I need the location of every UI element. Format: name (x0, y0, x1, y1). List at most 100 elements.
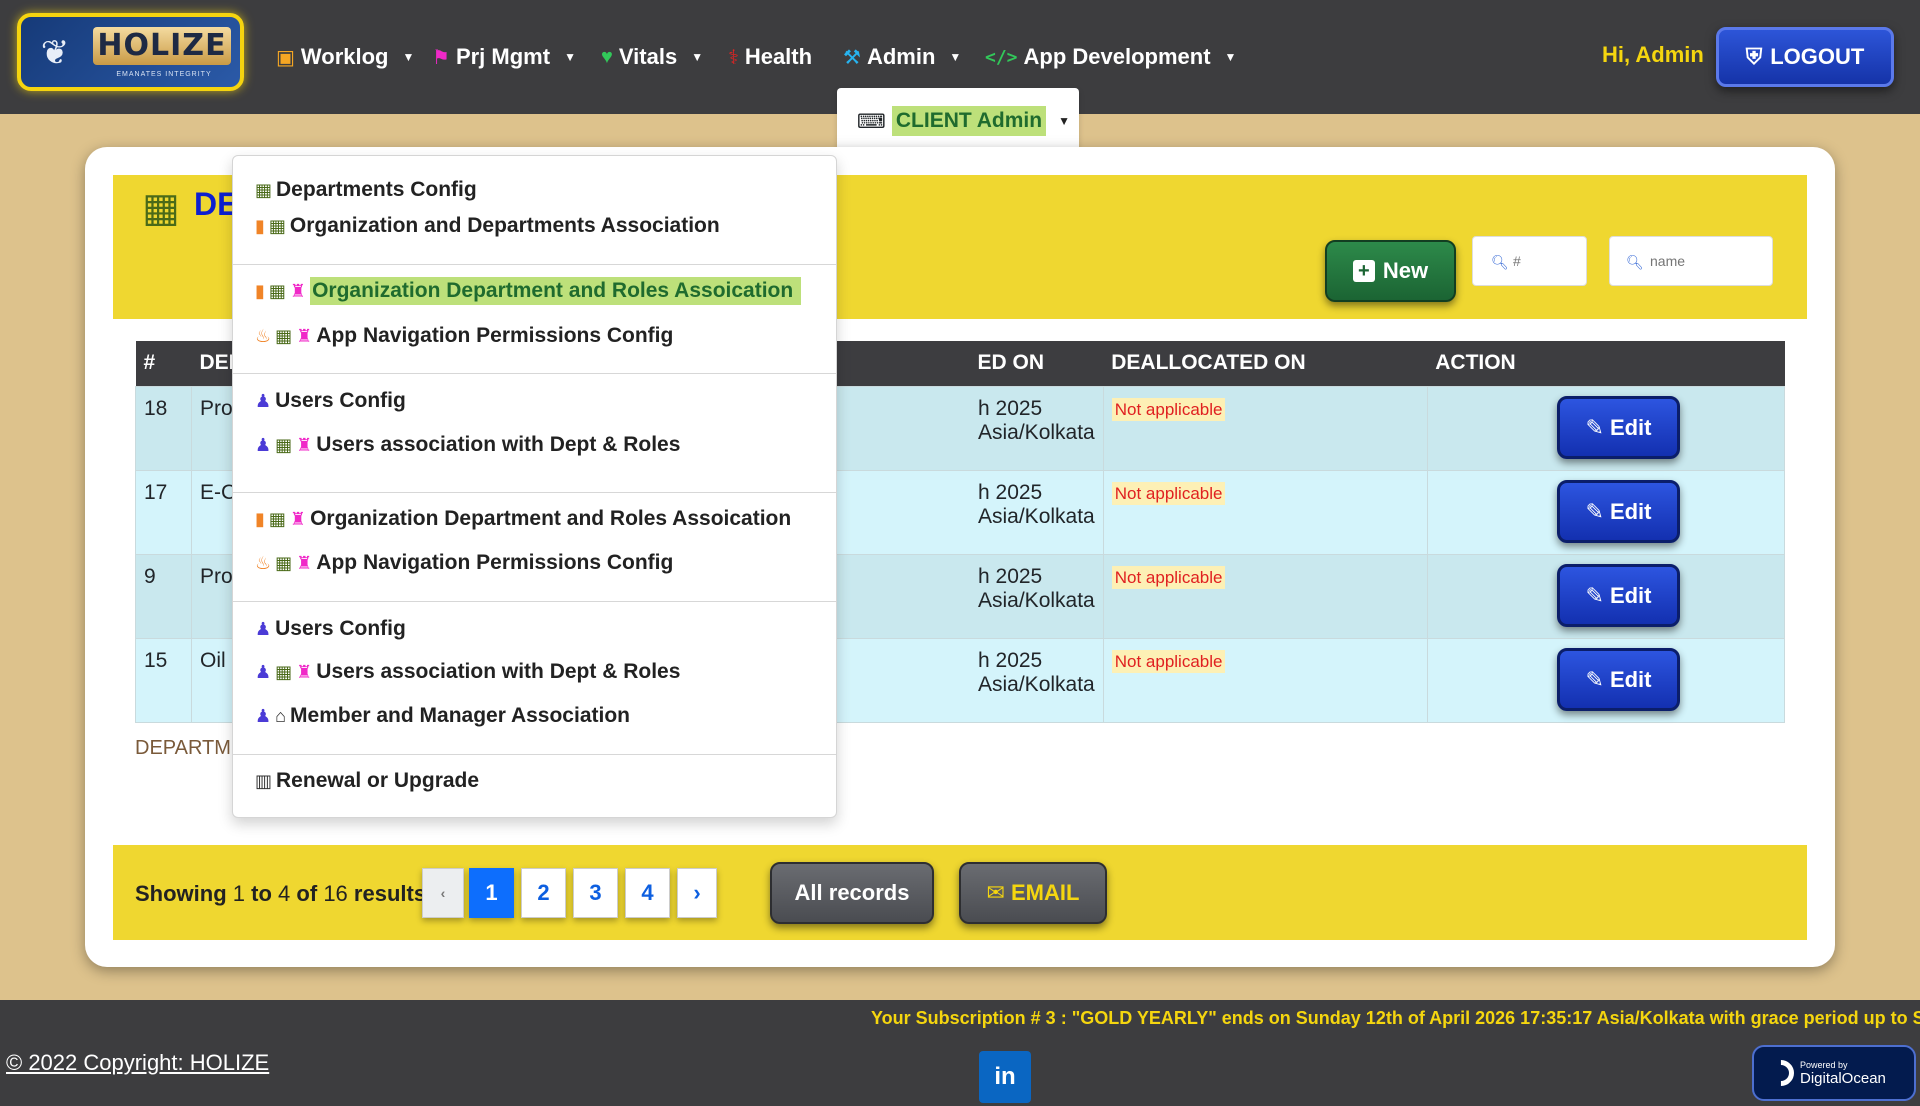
nav-prj-mgmt[interactable]: ⚑ Prj Mgmt ▼ (432, 42, 576, 72)
pagination-next[interactable]: › (677, 868, 717, 918)
nav-health[interactable]: ⚕ Health (728, 42, 812, 72)
edit-button[interactable]: ✎ Edit (1557, 396, 1680, 459)
status-badge: Not applicable (1111, 397, 1226, 421)
edit-label: Edit (1609, 414, 1652, 440)
organization-icon: ▮ (255, 215, 265, 236)
pagination-page-2[interactable]: 2 (521, 868, 566, 918)
nav-prj-mgmt-label: Prj Mgmt (455, 44, 551, 69)
menu-item-users-dept-roles-2[interactable]: ♟ ▦ ♜ Users association with Dept & Role… (255, 653, 680, 691)
department-icon: ▦ (275, 661, 293, 682)
edit-icon: ✎ (1585, 582, 1604, 608)
status-badge: Not applicable (1111, 649, 1226, 673)
menu-item-users-config[interactable]: ♟ Users Config (255, 382, 406, 420)
search-id-input[interactable] (1472, 236, 1587, 286)
chevron-down-icon: ▼ (1058, 114, 1070, 128)
department-building-icon: ▦ (142, 186, 180, 230)
edit-icon: ✎ (1585, 414, 1604, 440)
department-icon: ▦ (275, 434, 293, 455)
results-to-word: to (251, 881, 272, 906)
nav-health-label: Health (744, 44, 813, 69)
menu-item-member-manager-association[interactable]: ♟ ⌂ Member and Manager Association (255, 697, 630, 735)
department-icon: ▦ (275, 325, 293, 346)
chevron-down-icon: ▼ (402, 50, 415, 64)
menu-item-org-dept-roles-association[interactable]: ▮ ▦ ♜ Organization Department and Roles … (255, 272, 802, 310)
client-admin-dropdown-toggle[interactable]: ⌨ CLIENT Admin ▼ (837, 88, 1079, 154)
cell-id: 15 (135, 637, 192, 723)
menu-item-departments-config[interactable]: ▦ Departments Config (255, 171, 477, 209)
menu-item-app-navigation-permissions-2[interactable]: ♨ ▦ ♜ App Navigation Permissions Config (255, 544, 673, 582)
menu-divider (233, 601, 836, 602)
results-of-word: of (296, 881, 318, 906)
email-button[interactable]: ✉ EMAIL (959, 862, 1107, 924)
edit-button[interactable]: ✎ Edit (1557, 648, 1680, 711)
client-admin-dropdown-menu: ▦ Departments Config ▮ ▦ Organization an… (232, 155, 837, 818)
results-to: 4 (278, 881, 291, 906)
column-header-action: ACTION (1427, 341, 1785, 386)
pagination-prev[interactable]: ‹ (422, 868, 464, 918)
menu-item-users-dept-roles[interactable]: ♟ ▦ ♜ Users association with Dept & Role… (255, 426, 680, 464)
search-id-icon: 🔍︎ (1491, 254, 1509, 270)
renewal-city-icon: ▥ (255, 770, 273, 791)
project-icon: ⚑ (432, 46, 450, 69)
department-icon: ▦ (255, 179, 273, 200)
column-header-id[interactable]: # (135, 341, 192, 386)
permissions-icon: ♨ (255, 552, 272, 573)
menu-item-users-config-2[interactable]: ♟ Users Config (255, 610, 406, 648)
menu-item-label: Member and Manager Association (290, 704, 630, 727)
menu-divider (233, 492, 836, 493)
nav-worklog[interactable]: ▣ Worklog ▼ (276, 42, 414, 72)
role-chair-icon: ♜ (296, 661, 313, 682)
edit-label: Edit (1609, 666, 1652, 692)
chevron-down-icon: ▼ (564, 50, 576, 64)
all-records-button[interactable]: All records (770, 862, 934, 924)
menu-item-label: Users Config (275, 617, 406, 640)
nav-vitals-label: Vitals (618, 44, 678, 69)
edit-button[interactable]: ✎ Edit (1557, 480, 1680, 543)
digitalocean-badge[interactable]: Powered by DigitalOcean (1752, 1045, 1916, 1101)
menu-item-label: Users association with Dept & Roles (316, 433, 681, 456)
results-summary: Showing 1 to 4 of 16 results (135, 881, 426, 907)
copyright-link[interactable]: © 2022 Copyright: HOLIZE (6, 1050, 269, 1076)
pagination-page-3[interactable]: 3 (573, 868, 618, 918)
brand-name: HOLIZE (93, 27, 231, 65)
pagination-page-1[interactable]: 1 (469, 868, 514, 918)
plus-icon: + (1352, 260, 1375, 282)
menu-item-org-departments-association[interactable]: ▮ ▦ Organization and Departments Associa… (255, 207, 720, 245)
client-admin-label: CLIENT Admin (891, 106, 1047, 136)
menu-item-org-dept-roles-association-2[interactable]: ▮ ▦ ♜ Organization Department and Roles … (255, 500, 791, 538)
linkedin-icon[interactable]: in (979, 1051, 1031, 1103)
role-chair-icon: ♜ (289, 280, 307, 301)
subscription-notice: Your Subscription # 3 : "GOLD YEARLY" en… (871, 1008, 1920, 1028)
table-footnote: DEPARTME (135, 737, 245, 759)
cell-id: 18 (135, 385, 192, 471)
status-badge: Not applicable (1111, 481, 1226, 505)
edit-label: Edit (1609, 582, 1652, 608)
menu-item-renewal-upgrade[interactable]: ▥ Renewal or Upgrade (255, 762, 479, 800)
keyboard-icon: ⌨ (857, 110, 886, 133)
user-icon: ♟ (255, 390, 272, 411)
menu-item-app-navigation-permissions[interactable]: ♨ ▦ ♜ App Navigation Permissions Config (255, 317, 673, 355)
nav-vitals[interactable]: ♥ Vitals ▼ (601, 42, 703, 72)
do-name: DigitalOcean (1800, 1069, 1886, 1087)
logout-button[interactable]: ⛨ LOGOUT (1716, 27, 1894, 87)
shield-icon: ⛨ (1745, 44, 1763, 69)
menu-divider (233, 373, 836, 374)
nav-app-development[interactable]: </> App Development ▼ (985, 42, 1236, 72)
cell-id: 9 (135, 553, 192, 639)
holize-logo[interactable]: ❦ HOLIZE EMANATES INTEGRITY (17, 13, 244, 91)
stethoscope-icon: ⚕ (728, 46, 739, 69)
menu-item-label: Users Config (275, 389, 406, 412)
pagination-page-4[interactable]: 4 (625, 868, 670, 918)
edit-button[interactable]: ✎ Edit (1557, 564, 1680, 627)
new-button[interactable]: + New (1325, 240, 1456, 302)
role-chair-icon: ♜ (296, 325, 313, 346)
code-icon: </> (985, 46, 1018, 68)
organization-icon: ▮ (255, 280, 265, 301)
column-header-deallocated-on[interactable]: DEALLOCATED ON (1103, 341, 1428, 386)
department-icon: ▦ (268, 280, 286, 301)
menu-item-label: Organization Department and Roles Assoic… (310, 507, 792, 530)
results-word: results (353, 881, 427, 906)
role-chair-icon: ♜ (296, 552, 313, 573)
search-name-icon: 🔍︎ (1626, 254, 1644, 270)
nav-admin[interactable]: ⚒ Admin ▼ (843, 42, 961, 72)
